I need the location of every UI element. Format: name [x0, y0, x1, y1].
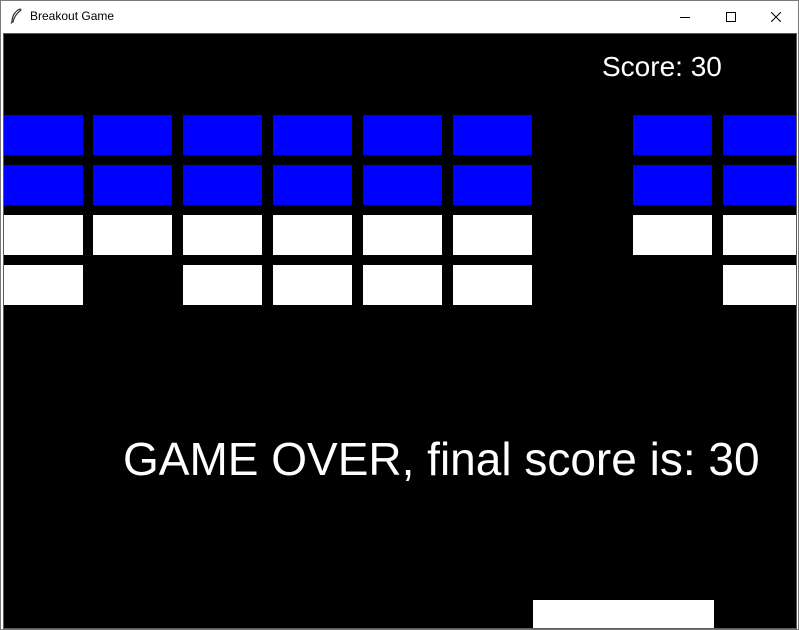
- brick: [183, 165, 262, 205]
- brick: [723, 215, 796, 255]
- brick: [183, 215, 262, 255]
- brick: [453, 265, 532, 305]
- minimize-icon: [680, 12, 690, 22]
- game-window: Breakout Game Score: 30 GAME OVER, final…: [0, 0, 799, 630]
- score-label: Score: 30: [602, 51, 722, 82]
- maximize-icon: [726, 11, 736, 22]
- brick: [183, 115, 262, 155]
- close-button[interactable]: [753, 1, 799, 32]
- brick: [4, 115, 83, 155]
- brick: [93, 115, 172, 155]
- brick: [453, 115, 532, 155]
- brick: [4, 165, 83, 205]
- brick: [273, 115, 352, 155]
- brick: [4, 215, 83, 255]
- brick: [363, 115, 442, 155]
- brick: [633, 115, 712, 155]
- brick: [363, 265, 442, 305]
- brick: [723, 165, 796, 205]
- maximize-button[interactable]: [708, 1, 754, 32]
- brick: [633, 165, 712, 205]
- brick: [723, 115, 796, 155]
- brick: [93, 165, 172, 205]
- paddle: [533, 600, 714, 628]
- brick: [363, 165, 442, 205]
- brick: [363, 215, 442, 255]
- brick: [183, 265, 262, 305]
- minimize-button[interactable]: [662, 1, 708, 32]
- brick: [723, 265, 796, 305]
- brick: [453, 215, 532, 255]
- brick: [273, 215, 352, 255]
- brick: [93, 215, 172, 255]
- brick: [273, 265, 352, 305]
- brick: [4, 265, 83, 305]
- brick: [633, 215, 712, 255]
- close-icon: [771, 11, 781, 22]
- title-bar[interactable]: Breakout Game: [1, 1, 798, 32]
- brick: [453, 165, 532, 205]
- window-title: Breakout Game: [30, 9, 115, 23]
- game-over-message: GAME OVER, final score is: 30: [123, 433, 760, 485]
- brick: [273, 165, 352, 205]
- feather-icon: [9, 8, 23, 24]
- game-canvas[interactable]: Score: 30 GAME OVER, final score is: 30: [3, 33, 797, 629]
